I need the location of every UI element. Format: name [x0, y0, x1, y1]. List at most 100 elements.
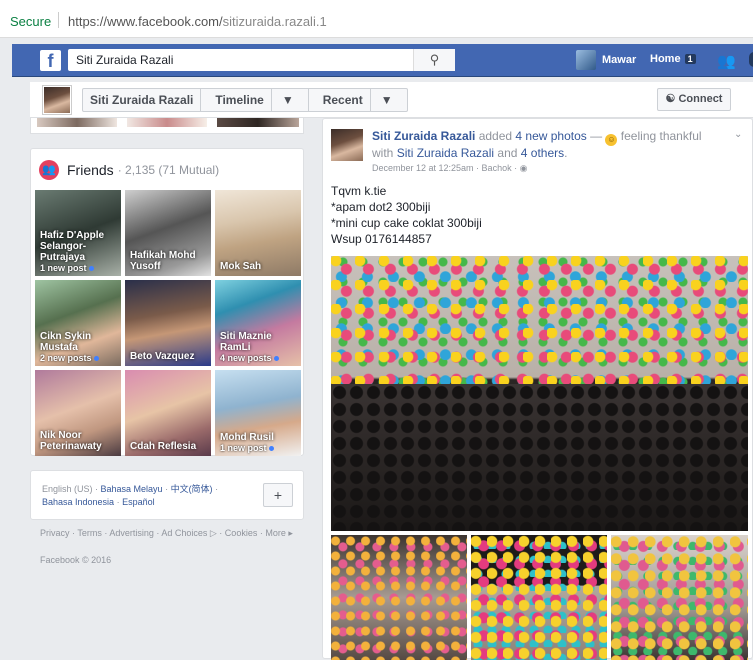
new-posts-label: 1 new post	[220, 443, 274, 453]
recent-label: Recent	[315, 89, 371, 111]
friends-count: · 2,135 (71 Mutual)	[117, 163, 220, 177]
search-input[interactable]	[68, 49, 408, 71]
friend-name: Hafikah Mohd Yusoff	[130, 250, 196, 272]
new-posts-text: 1 new post	[40, 263, 87, 273]
language-list: English (US) · Bahasa Melayu · 中文(简体) · B…	[42, 483, 252, 509]
separator: ·	[114, 497, 123, 507]
user-profile-link[interactable]: Mawar	[576, 50, 636, 70]
friend-tile[interactable]: Cdah Reflesia	[125, 370, 211, 456]
new-dot-icon	[273, 356, 279, 361]
post-body: Tqvm k.tie *apam dot2 300biji *mini cup …	[331, 183, 482, 247]
new-posts-text: 4 new posts	[220, 353, 272, 363]
language-card: English (US) · Bahasa Melayu · 中文(简体) · B…	[30, 470, 304, 520]
post-options-chevron-icon[interactable]: ⌄	[734, 129, 742, 140]
avatar	[576, 50, 596, 70]
search-icon: ⚲	[429, 52, 440, 67]
footer-links[interactable]: Privacy · Terms · Advertising · Ad Choic…	[40, 527, 300, 540]
profile-name-button[interactable]: Siti Zuraida Razali	[83, 89, 202, 111]
friend-name: Cikn Sykin Mustafa	[40, 331, 92, 353]
new-posts-text: 1 new post	[220, 443, 267, 453]
url-path: sitizuraida.razali.1	[222, 14, 327, 29]
chevron-down-icon: ▼	[281, 93, 294, 107]
timeline-button[interactable]: Timeline ▼	[201, 89, 309, 111]
profile-subnav: Siti Zuraida Razali Timeline ▼ Recent ▼ ☯ …	[30, 82, 753, 118]
connect-label: Connect	[678, 93, 723, 105]
tagged-user-link[interactable]: Siti Zuraida Razali	[397, 146, 494, 160]
connect-button[interactable]: ☯ Connect	[657, 88, 731, 111]
language-link[interactable]: Bahasa Indonesia	[42, 497, 114, 507]
friend-tile[interactable]: Mok Sah	[215, 190, 301, 276]
language-link[interactable]: 中文(简体)	[171, 484, 213, 494]
profile-avatar[interactable]	[43, 86, 71, 114]
friend-tile[interactable]: Hafikah Mohd Yusoff	[125, 190, 211, 276]
recent-button[interactable]: Recent ▼	[309, 89, 407, 111]
post-line: Tqvm k.tie	[331, 184, 387, 198]
post-timestamp[interactable]: December 12 at 12:25am · Bachok ·	[372, 163, 520, 173]
chevron-down-icon: ▼	[380, 93, 393, 107]
search-button[interactable]: ⚲	[413, 49, 455, 71]
friend-name: Nik Noor Peterinawaty	[40, 430, 102, 452]
photo-thumb[interactable]	[37, 118, 117, 127]
post-author-avatar[interactable]	[331, 129, 363, 161]
post-line: *apam dot2 300biji	[331, 200, 431, 214]
others-link[interactable]: 4 others	[521, 146, 564, 160]
post-photo-large-shadow	[331, 384, 748, 531]
friends-title[interactable]: Friends	[67, 162, 114, 178]
language-link[interactable]: Bahasa Melayu	[101, 484, 163, 494]
friend-name: Mok Sah	[220, 261, 262, 272]
url-text[interactable]: https://www.facebook.com/sitizuraida.raz…	[68, 14, 327, 29]
post-photo-small[interactable]	[611, 535, 748, 660]
friend-name: Siti Maznie RamLi	[220, 331, 272, 353]
post-author-link[interactable]: Siti Zuraida Razali	[372, 129, 475, 143]
photos-link[interactable]: 4 new photos	[515, 129, 586, 143]
friend-name: Hafiz D'Apple Selangor-Putrajaya	[40, 230, 105, 263]
friends-grid: Hafiz D'Apple Selangor-Putrajaya 1 new p…	[35, 190, 301, 456]
friends-card: 👥 Friends · 2,135 (71 Mutual) Hafiz D'Ap…	[30, 148, 304, 456]
photo-thumb[interactable]	[217, 118, 299, 127]
copyright: Facebook © 2016	[40, 555, 112, 565]
post-meta: December 12 at 12:25am · Bachok · ◉	[372, 163, 527, 174]
post-photo-small[interactable]	[331, 535, 467, 660]
friend-tile[interactable]: Nik Noor Peterinawaty	[35, 370, 121, 456]
add-language-button[interactable]: +	[263, 483, 293, 507]
url-prefix: https://www.facebook.com/	[68, 14, 223, 29]
messages-icon[interactable]	[749, 52, 753, 67]
globe-icon: ◉	[519, 163, 528, 173]
friend-tile[interactable]: Mohd Rusil 1 new post	[215, 370, 301, 456]
new-dot-icon	[88, 266, 94, 271]
new-dot-icon	[268, 446, 274, 451]
page-footer: Privacy · Terms · Advertising · Ad Choic…	[40, 527, 300, 567]
facebook-top-bar: f ⚲ Mawar Home1 👥	[12, 44, 753, 77]
friend-tile[interactable]: Hafiz D'Apple Selangor-Putrajaya 1 new p…	[35, 190, 121, 276]
divider	[58, 12, 59, 28]
post-line: Wsup 0176144857	[331, 232, 432, 246]
profile-nav-buttons: Siti Zuraida Razali Timeline ▼ Recent ▼	[82, 88, 408, 112]
friend-name: Mohd Rusil	[220, 432, 274, 443]
new-posts-label: 1 new post	[40, 263, 94, 273]
new-posts-text: 2 new posts	[40, 353, 92, 363]
facebook-logo-icon[interactable]: f	[40, 50, 61, 71]
post-with: with	[372, 146, 397, 160]
post-and: and	[494, 146, 521, 160]
home-count-badge: 1	[684, 54, 696, 64]
friends-icon: 👥	[39, 160, 59, 180]
smile-emoji-icon: ☺	[605, 134, 618, 146]
post-photo-small[interactable]	[471, 535, 607, 660]
home-link[interactable]: Home 1	[650, 53, 696, 65]
language-link[interactable]: Español	[122, 497, 155, 507]
friend-tile[interactable]: Siti Maznie RamLi 4 new posts	[215, 280, 301, 366]
photo-gallery	[331, 256, 748, 660]
friend-requests-icon[interactable]: 👥	[717, 52, 736, 70]
post-dash: —	[586, 129, 606, 143]
separator: ·	[162, 484, 171, 494]
post-line: *mini cup cake coklat 300biji	[331, 216, 482, 230]
friend-tile[interactable]: Cikn Sykin Mustafa 2 new posts	[35, 280, 121, 366]
browser-address-bar[interactable]: Secure https://www.facebook.com/sitizura…	[0, 0, 753, 38]
separator: ·	[92, 484, 101, 494]
photo-thumb[interactable]	[127, 118, 207, 127]
user-name: Mawar	[602, 54, 637, 66]
new-posts-label: 4 new posts	[220, 353, 279, 363]
post-dot: .	[564, 146, 568, 160]
friend-tile[interactable]: Beto Vazquez	[125, 280, 211, 366]
post-feeling: feeling thankful	[617, 129, 702, 143]
